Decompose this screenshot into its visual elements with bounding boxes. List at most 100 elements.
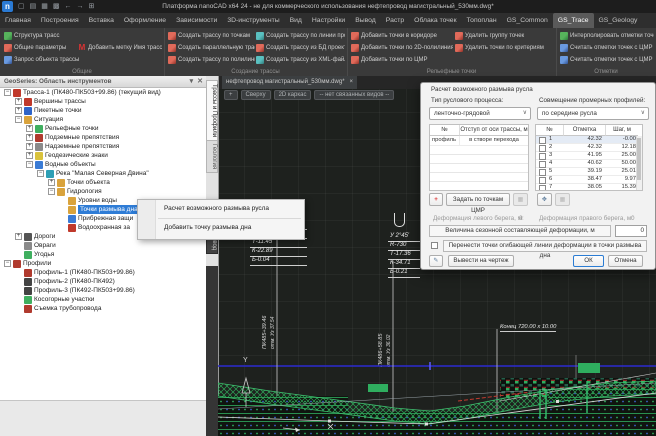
output-to-drawing-button[interactable]: Вывести на чертеж	[448, 255, 514, 267]
table-row[interactable]: 242.3212.18	[536, 144, 638, 152]
create-trace-from-xml-button[interactable]: Создать трассу из XML-файла	[256, 55, 345, 65]
expand-icon[interactable]	[26, 125, 33, 132]
delete-points-by-criteria-button[interactable]: Удалить точки по критериям	[455, 43, 553, 53]
collapse-icon[interactable]	[4, 260, 11, 267]
tree-item-vertices[interactable]: Вершины трассы	[0, 97, 206, 106]
tree-item-picket-points[interactable]: Пикетные точки	[0, 106, 206, 115]
table-row[interactable]: 738.0515.39	[536, 184, 638, 191]
add-points-by-dtm-button[interactable]: Добавить точки по ЦМР	[351, 55, 453, 65]
profile-offset-table[interactable]: № Отступ от оси трассы, м профиль в ство…	[429, 124, 529, 191]
tab-gs-trace[interactable]: GS_Trace	[553, 13, 594, 28]
add-points-by-2d-polylines-button[interactable]: Добавить точки по 2D-полилиниям	[351, 43, 453, 53]
row-checkbox[interactable]	[539, 177, 546, 184]
view-direction-button[interactable]: Сверху	[241, 90, 271, 100]
interpolate-point-marks-button[interactable]: Интерполировать отметки точек	[560, 31, 654, 41]
side-tab-traces-profiles[interactable]: Трассы и Профили	[206, 80, 218, 141]
grid-delete-button-disabled[interactable]: ▦	[555, 193, 570, 206]
tree-item-trace[interactable]: Трасса-1 (ПК480-ПК503+99.86) (текущий ви…	[0, 88, 206, 97]
expand-icon[interactable]	[48, 179, 55, 186]
ok-button[interactable]: ОК	[573, 255, 604, 267]
create-trace-by-points-button[interactable]: Создать трассу по точкам	[168, 31, 255, 41]
create-trace-by-polyline-button[interactable]: Создать трассу по полилинии	[168, 55, 255, 65]
set-by-dtm-points-button[interactable]: Задать по точкам ЦМР	[446, 193, 510, 206]
table-row[interactable]: 638.479.97	[536, 176, 638, 184]
collapse-icon[interactable]	[26, 161, 33, 168]
expand-icon[interactable]	[26, 143, 33, 150]
add-trace-name-label-button[interactable]: МДобавить метку Имя трассы	[78, 43, 162, 53]
tree-item-relief-points[interactable]: Рельефные точки	[0, 124, 206, 133]
transfer-checkbox[interactable]	[431, 242, 438, 249]
tree-item-lands[interactable]: Угодья	[0, 250, 206, 259]
delete-point-group-button[interactable]: Удалить группу точек	[455, 31, 553, 41]
add-viewport-button[interactable]: +	[224, 90, 238, 100]
tab-oformlenie[interactable]: Оформление	[119, 13, 171, 28]
grid-button-disabled[interactable]: ▦	[513, 193, 528, 206]
expand-icon[interactable]	[15, 107, 22, 114]
table-scrollbar[interactable]	[636, 136, 642, 190]
cancel-button[interactable]: Отмена	[608, 255, 643, 267]
tab-vid[interactable]: Вид	[285, 13, 307, 28]
create-parallel-trace-button[interactable]: Создать параллельную трассу	[168, 43, 255, 53]
tree-item-profile-2[interactable]: Профиль-2 (ПК480-ПК492)	[0, 277, 206, 286]
tree-item-profile-1[interactable]: Профиль-1 (ПК480-ПК503+99.86)	[0, 268, 206, 277]
tab-nastroyki[interactable]: Настройки	[307, 13, 350, 28]
row-checkbox[interactable]	[539, 137, 546, 144]
tree-item-pipeline-survey[interactable]: Съемка трубопровода	[0, 304, 206, 313]
expand-icon[interactable]	[26, 134, 33, 141]
visual-style-button[interactable]: 2D каркас	[274, 90, 312, 100]
move-points-button[interactable]: ✥	[537, 193, 552, 206]
seasonal-deformation-input[interactable]: 0	[615, 225, 647, 237]
create-trace-from-db-button[interactable]: Создать трассу из БД проекта	[256, 43, 345, 53]
side-tab-geology[interactable]: Геология	[206, 140, 218, 173]
row-checkbox[interactable]	[539, 145, 546, 152]
tree-item-object-points[interactable]: Точки объекта	[0, 178, 206, 187]
tab-glavnaya[interactable]: Главная	[0, 13, 36, 28]
query-trace-object-button[interactable]: Запрос объекта трассы	[4, 55, 80, 65]
tab-close-icon[interactable]: ×	[350, 76, 354, 89]
create-trace-by-profile-line-button[interactable]: Создать трассу по линии профиля	[256, 31, 345, 41]
add-row-button[interactable]: +	[429, 193, 443, 206]
tree-item-profile-3[interactable]: Профиль-3 (ПК492-ПК503+99.86)	[0, 286, 206, 295]
tab-topoplan[interactable]: Топоплан	[462, 13, 502, 28]
expand-icon[interactable]	[26, 152, 33, 159]
tree-item-geodetic-signs[interactable]: Геодезические знаки	[0, 151, 206, 160]
tab-3d-instrumenty[interactable]: 3D-инструменты	[222, 13, 284, 28]
row-checkbox[interactable]	[539, 169, 546, 176]
tree-item-situation[interactable]: Ситуация	[0, 115, 206, 124]
common-parameters-button[interactable]: Общие параметры	[4, 43, 80, 53]
expand-icon[interactable]	[15, 233, 22, 240]
row-checkbox[interactable]	[539, 161, 546, 168]
collapse-icon[interactable]	[15, 116, 22, 123]
tab-vyvod[interactable]: Вывод	[350, 13, 381, 28]
collapse-icon[interactable]	[4, 89, 11, 96]
tab-postroeniya[interactable]: Построения	[36, 13, 84, 28]
row-checkbox[interactable]	[539, 185, 546, 191]
tree-item-ravines[interactable]: Овраги	[0, 241, 206, 250]
collapse-icon[interactable]	[37, 170, 44, 177]
tab-vstavka[interactable]: Вставка	[84, 13, 119, 28]
tree-item-hydrology[interactable]: Гидрология	[0, 187, 206, 196]
add-points-in-corridor-button[interactable]: Добавить точки в коридоре	[351, 31, 453, 41]
close-icon[interactable]: ✕	[197, 76, 203, 88]
table-row[interactable]: 341.9525.00	[536, 152, 638, 160]
pin-icon[interactable]: ▾	[190, 76, 194, 88]
tree-item-river[interactable]: Река "Малая Северная Двина"	[0, 169, 206, 178]
tree-item-water-objects[interactable]: Водные объекты	[0, 160, 206, 169]
tab-rastr[interactable]: Растр	[381, 13, 409, 28]
linked-views-button[interactable]: -- нет связанных видов --	[314, 90, 394, 100]
marks-step-table[interactable]: № Отметка Шаг, м 142.32-0.00 242.3212.18…	[535, 124, 643, 191]
menu-item-scour-calculation[interactable]: Расчет возможного размыва русла	[138, 200, 304, 218]
scrollbar-thumb[interactable]	[637, 138, 641, 180]
tab-gs-common[interactable]: GS_Common	[502, 13, 553, 28]
tab-oblaka-tochek[interactable]: Облака точек	[409, 13, 461, 28]
row-checkbox[interactable]	[539, 153, 546, 160]
settings-pencil-button[interactable]: ✎	[429, 255, 443, 267]
read-marks-from-dtm-button[interactable]: Считать отметки точек с ЦМР	[560, 43, 654, 53]
tab-zavisimosti[interactable]: Зависимости	[171, 13, 222, 28]
tree-item-profiles[interactable]: Профили	[0, 259, 206, 268]
collapse-icon[interactable]	[48, 188, 55, 195]
trace-structure-button[interactable]: Структура трасс	[4, 31, 80, 41]
table-row[interactable]: 539.1925.01	[536, 168, 638, 176]
document-tab[interactable]: нефтепровод магистральный_530мм.dwg* ×	[222, 76, 357, 89]
tab-gs-geology[interactable]: GS_Geology	[594, 13, 643, 28]
